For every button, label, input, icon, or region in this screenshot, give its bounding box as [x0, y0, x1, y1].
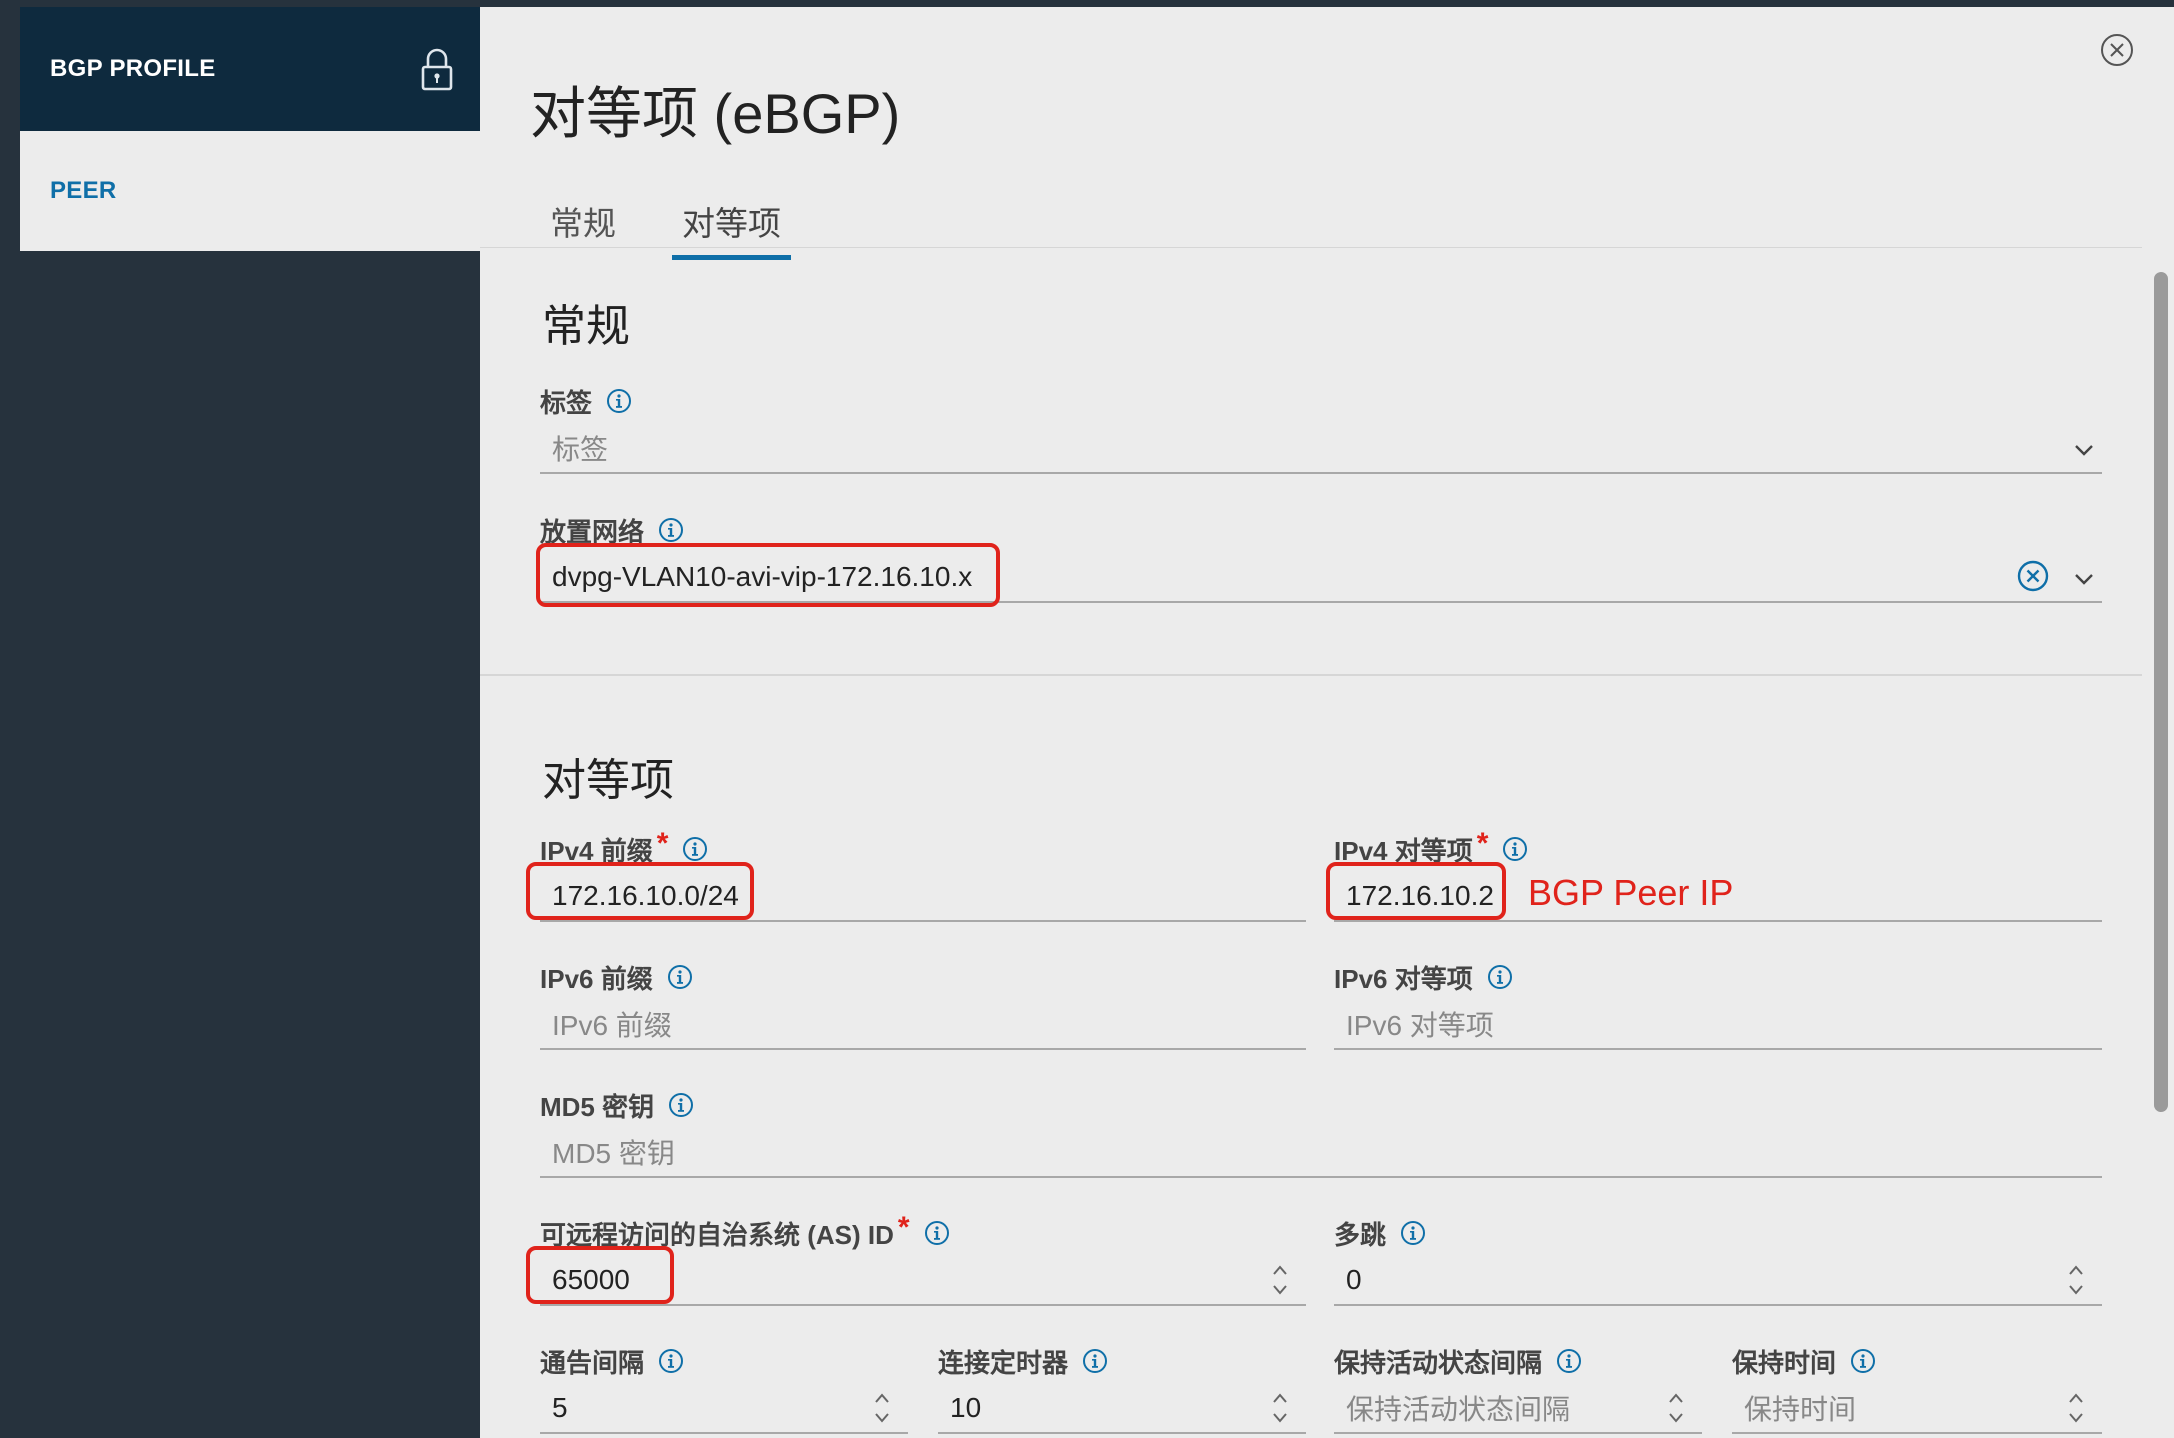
- spinner-icon[interactable]: [1666, 1390, 1686, 1426]
- section-title-peer: 对等项: [542, 756, 674, 805]
- md5-input[interactable]: MD5 密钥: [540, 1128, 2102, 1178]
- spinner-icon[interactable]: [872, 1390, 892, 1426]
- dialog-title: 对等项 (eBGP): [530, 82, 901, 145]
- info-icon[interactable]: [1850, 1348, 1876, 1374]
- multihop-input[interactable]: 0: [1334, 1256, 2102, 1306]
- required-asterisk: *: [1476, 827, 1489, 860]
- bgp-peer-ip-annotation: BGP Peer IP: [1528, 872, 1734, 913]
- md5-label: MD5 密钥: [540, 1091, 655, 1122]
- connect-timer-value: 10: [950, 1392, 982, 1423]
- keepalive-interval-label: 保持活动状态间隔: [1334, 1347, 1543, 1378]
- connect-timer-field: 连接定时器 10: [938, 1344, 1306, 1434]
- advertisement-interval-field: 通告间隔 5: [540, 1344, 908, 1434]
- ipv6-peer-placeholder: IPv6 对等项: [1346, 1010, 1494, 1041]
- ipv6-prefix-label: IPv6 前缀: [540, 963, 653, 994]
- info-icon[interactable]: [1502, 836, 1528, 862]
- highlight-box: [1326, 862, 1506, 920]
- nav-item-bgp-profile[interactable]: BGP PROFILE: [20, 7, 480, 131]
- close-icon[interactable]: [2098, 31, 2136, 69]
- md5-placeholder: MD5 密钥: [552, 1138, 675, 1169]
- required-asterisk: *: [656, 827, 669, 860]
- ipv6-prefix-field: IPv6 前缀 IPv6 前缀: [540, 960, 1306, 1050]
- nav-item-peer[interactable]: PEER: [20, 131, 480, 251]
- dialog-panel: 对等项 (eBGP) 常规 对等项 常规 标签 标签 放置网络 dvpg-VLA…: [480, 7, 2174, 1438]
- info-icon[interactable]: [1487, 964, 1513, 990]
- keepalive-interval-input[interactable]: 保持活动状态间隔: [1334, 1384, 1702, 1434]
- md5-field: MD5 密钥 MD5 密钥: [540, 1088, 2102, 1178]
- advertisement-interval-input[interactable]: 5: [540, 1384, 908, 1434]
- info-icon[interactable]: [667, 964, 693, 990]
- highlight-box: [526, 862, 754, 920]
- advertisement-interval-value: 5: [552, 1392, 568, 1423]
- ipv6-prefix-placeholder: IPv6 前缀: [552, 1010, 672, 1041]
- ipv6-peer-input[interactable]: IPv6 对等项: [1334, 1000, 2102, 1050]
- nav-item-label: BGP PROFILE: [50, 55, 216, 82]
- info-icon[interactable]: [1400, 1220, 1426, 1246]
- tags-label: 标签: [540, 387, 593, 418]
- hold-time-label: 保持时间: [1732, 1347, 1837, 1378]
- spinner-icon[interactable]: [1270, 1390, 1290, 1426]
- hold-time-placeholder: 保持时间: [1744, 1394, 1857, 1425]
- info-icon[interactable]: [682, 836, 708, 862]
- info-icon[interactable]: [606, 388, 632, 414]
- nav-item-label: PEER: [50, 177, 117, 204]
- info-icon[interactable]: [658, 1348, 684, 1374]
- info-icon[interactable]: [668, 1092, 694, 1118]
- tags-field: 标签 标签: [540, 384, 2102, 474]
- keepalive-interval-placeholder: 保持活动状态间隔: [1346, 1394, 1571, 1425]
- ipv6-peer-field: IPv6 对等项 IPv6 对等项: [1334, 960, 2102, 1050]
- required-asterisk: *: [897, 1211, 910, 1244]
- highlight-box: [536, 543, 1000, 607]
- form-content: 常规 标签 标签 放置网络 dvpg-VLAN10-avi-vip-172.16…: [480, 247, 2142, 1438]
- hold-time-field: 保持时间 保持时间: [1732, 1344, 2102, 1434]
- multihop-value: 0: [1346, 1264, 1362, 1295]
- tags-placeholder: 标签: [552, 434, 609, 465]
- spinner-icon[interactable]: [2066, 1262, 2086, 1298]
- multihop-label: 多跳: [1334, 1219, 1387, 1250]
- tags-select[interactable]: 标签: [540, 424, 2102, 474]
- section-title-general: 常规: [542, 302, 630, 351]
- info-icon[interactable]: [658, 517, 684, 543]
- clear-icon[interactable]: [2016, 559, 2050, 593]
- advertisement-interval-label: 通告间隔: [540, 1347, 645, 1378]
- info-icon[interactable]: [1556, 1348, 1582, 1374]
- ipv6-peer-label: IPv6 对等项: [1334, 963, 1473, 994]
- info-icon[interactable]: [1082, 1348, 1108, 1374]
- scrollbar[interactable]: [2154, 272, 2168, 1112]
- section-divider: [480, 674, 2142, 676]
- left-nav: BGP PROFILE PEER: [20, 7, 480, 251]
- highlight-box: [526, 1246, 674, 1304]
- lock-icon: [421, 48, 453, 91]
- connect-timer-input[interactable]: 10: [938, 1384, 1306, 1434]
- connect-timer-label: 连接定时器: [938, 1347, 1069, 1378]
- multihop-field: 多跳 0: [1334, 1216, 2102, 1306]
- keepalive-interval-field: 保持活动状态间隔 保持活动状态间隔: [1334, 1344, 1702, 1434]
- ipv6-prefix-input[interactable]: IPv6 前缀: [540, 1000, 1306, 1050]
- info-icon[interactable]: [924, 1220, 950, 1246]
- hold-time-input[interactable]: 保持时间: [1732, 1384, 2102, 1434]
- chevron-down-icon[interactable]: [2072, 438, 2096, 462]
- spinner-icon[interactable]: [1270, 1262, 1290, 1298]
- spinner-icon[interactable]: [2066, 1390, 2086, 1426]
- chevron-down-icon[interactable]: [2072, 567, 2096, 591]
